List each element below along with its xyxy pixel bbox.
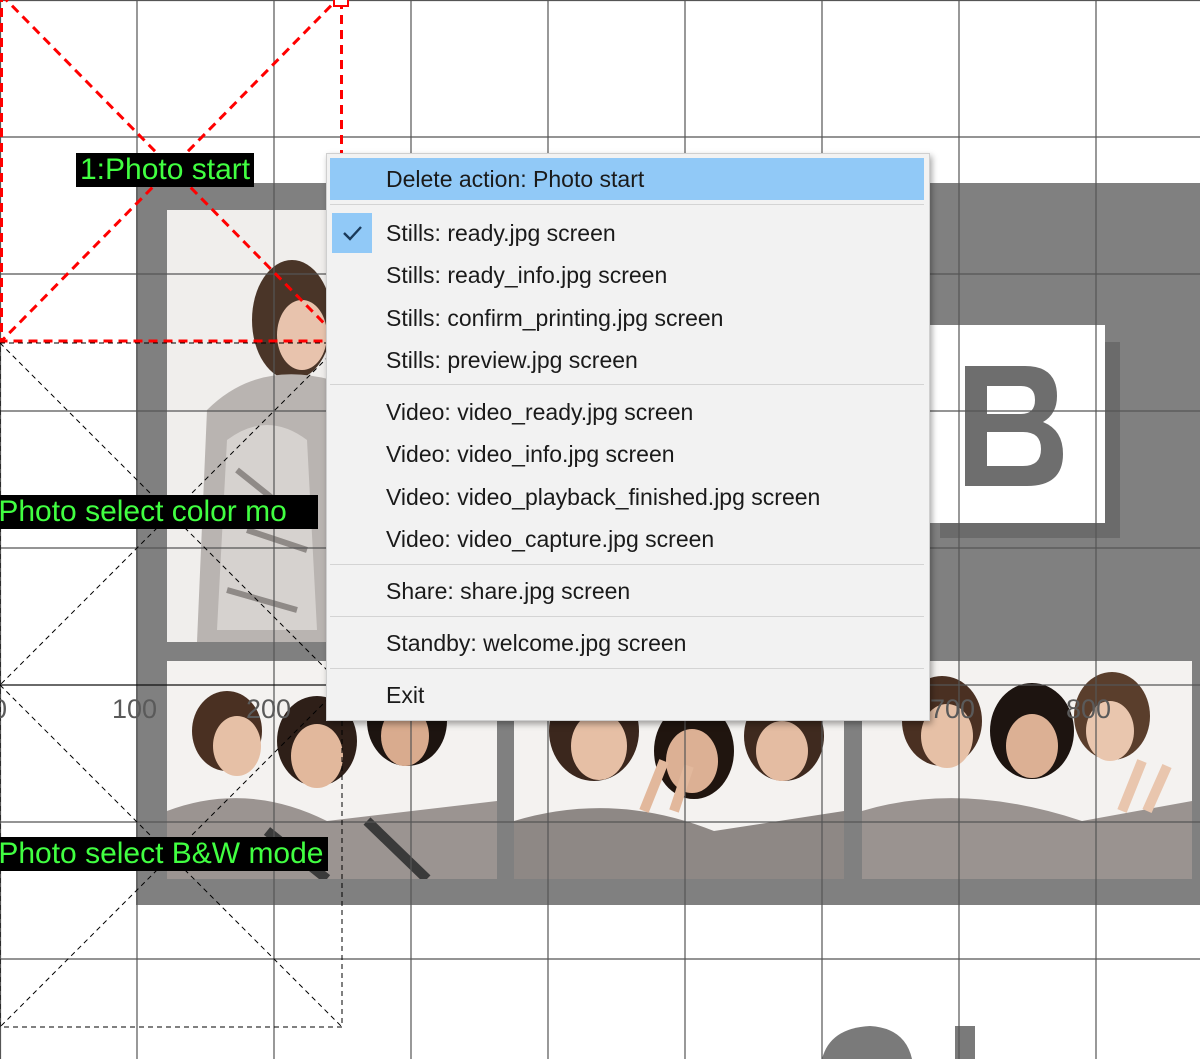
menu-item-stills-confirm-printing[interactable]: Stills: confirm_printing.jpg screen [330,297,924,339]
axis-label-700: 700 [930,694,976,724]
menu-item-delete-action[interactable]: Delete action: Photo start [330,158,924,200]
menu-separator [330,564,924,565]
menu-item-label: Video: video_playback_finished.jpg scree… [386,484,821,510]
menu-item-label: Stills: ready.jpg screen [386,220,616,246]
resize-handle [333,0,349,7]
menu-item-video-ready[interactable]: Video: video_ready.jpg screen [330,391,924,433]
menu-item-exit[interactable]: Exit [330,674,924,716]
menu-separator [330,668,924,669]
menu-item-video-playback-finished[interactable]: Video: video_playback_finished.jpg scree… [330,476,924,518]
menu-item-video-capture[interactable]: Video: video_capture.jpg screen [330,518,924,560]
menu-item-label: Stills: confirm_printing.jpg screen [386,305,724,331]
checkmark-icon [332,213,372,253]
menu-separator [330,204,924,205]
axis-label-200: 200 [246,694,292,724]
menu-item-label: Stills: preview.jpg screen [386,347,638,373]
menu-item-stills-ready-info[interactable]: Stills: ready_info.jpg screen [330,254,924,296]
template-canvas[interactable]: 0 100 200 700 800 1:Photo start :Photo s… [0,0,1200,1059]
axis-label-0: 0 [0,694,7,725]
menu-item-share[interactable]: Share: share.jpg screen [330,570,924,612]
menu-item-label: Standby: welcome.jpg screen [386,630,687,656]
context-menu: Delete action: Photo start Stills: ready… [326,153,930,721]
menu-item-stills-ready[interactable]: Stills: ready.jpg screen [330,212,924,254]
action-label-photo-start[interactable]: 1:Photo start [76,153,255,187]
menu-item-label: Video: video_ready.jpg screen [386,399,694,425]
menu-separator [330,616,924,617]
action-label-photo-select-color[interactable]: :Photo select color mo [0,495,318,529]
menu-item-label: Video: video_info.jpg screen [386,441,675,467]
menu-item-label: Exit [386,682,425,708]
axis-label-800: 800 [1066,694,1112,724]
axis-label-100: 100 [112,694,158,724]
menu-item-label: Delete action: Photo start [386,166,645,192]
menu-item-standby-welcome[interactable]: Standby: welcome.jpg screen [330,622,924,664]
menu-item-video-info[interactable]: Video: video_info.jpg screen [330,433,924,475]
menu-item-stills-preview[interactable]: Stills: preview.jpg screen [330,339,924,381]
menu-item-label: Video: video_capture.jpg screen [386,526,715,552]
action-label-photo-select-bw[interactable]: :Photo select B&W mode [0,837,328,871]
portrait-photo [167,210,332,642]
menu-item-label: Stills: ready_info.jpg screen [386,262,668,288]
menu-item-label: Share: share.jpg screen [386,578,631,604]
logo-letter-icon [965,366,1065,486]
menu-separator [330,384,924,385]
